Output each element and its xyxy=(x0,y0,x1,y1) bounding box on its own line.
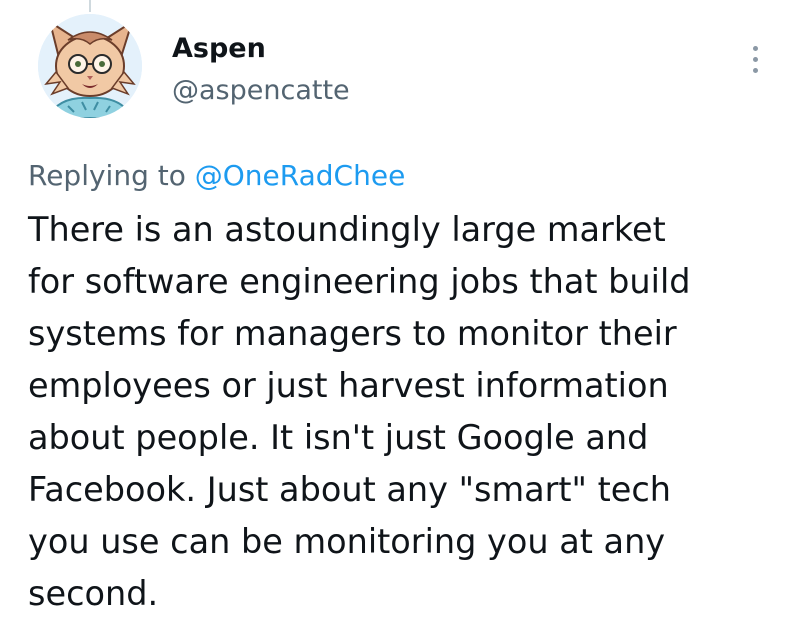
tweet-text-line: second. xyxy=(28,574,159,613)
more-dot xyxy=(752,67,758,73)
tweet-text-line: There is an astoundingly large market xyxy=(28,210,666,249)
more-options-icon[interactable] xyxy=(742,38,768,80)
reply-context: Replying to @OneRadChee xyxy=(28,156,405,196)
author-name[interactable]: Aspen xyxy=(172,32,266,66)
reply-prefix: Replying to xyxy=(28,159,186,192)
tweet-text-line: for software engineering jobs that build xyxy=(28,262,691,301)
more-dot xyxy=(752,45,758,51)
tweet-text-line: you use can be monitoring you at any xyxy=(28,522,666,561)
tweet-text-line: employees or just harvest information xyxy=(28,366,669,405)
lynx-avatar-icon xyxy=(38,14,142,118)
avatar[interactable] xyxy=(38,14,142,118)
tweet-text: There is an astoundingly large market fo… xyxy=(28,204,768,620)
tweet-text-line: Facebook. Just about any "smart" tech xyxy=(28,470,671,509)
tweet-text-line: about people. It isn't just Google and xyxy=(28,418,649,457)
tweet-text-line: systems for managers to monitor their xyxy=(28,314,677,353)
reply-mention-link[interactable]: @OneRadChee xyxy=(195,159,406,192)
thread-connector-line xyxy=(89,0,91,12)
more-dot xyxy=(752,56,758,62)
author-handle[interactable]: @aspencatte xyxy=(172,74,350,108)
